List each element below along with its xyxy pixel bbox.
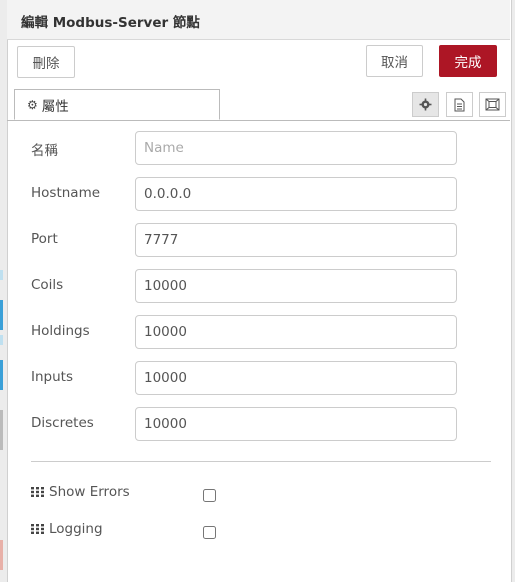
name-label: 名稱 (31, 143, 58, 159)
tab-properties[interactable]: ⚙ 屬性 (14, 89, 220, 120)
logging-text: Logging (49, 521, 103, 537)
hostname-label: Hostname (31, 185, 101, 201)
name-input[interactable] (135, 131, 457, 165)
cancel-button[interactable]: 取消 (366, 45, 423, 77)
discretes-label: Discretes (31, 415, 94, 431)
holdings-input[interactable] (135, 315, 457, 349)
discretes-input[interactable] (135, 407, 457, 441)
appearance-tool-button[interactable] (479, 92, 506, 117)
show-errors-text: Show Errors (49, 484, 130, 500)
holdings-label: Holdings (31, 323, 90, 339)
logging-checkbox[interactable] (203, 526, 216, 539)
done-button[interactable]: 完成 (439, 45, 497, 77)
logging-label: Logging (31, 521, 103, 537)
gear-icon (419, 98, 432, 111)
coils-input[interactable] (135, 269, 457, 303)
show-errors-label: Show Errors (31, 484, 130, 500)
grid-icon (31, 524, 44, 534)
port-label: Port (31, 231, 58, 247)
hostname-input[interactable] (135, 177, 457, 211)
tab-properties-label: 屬性 (41, 98, 69, 115)
tab-bar: ⚙ 屬性 (7, 89, 510, 121)
tray-title: 編輯 Modbus-Server 節點 (21, 15, 200, 31)
delete-button[interactable]: 刪除 (17, 46, 75, 78)
frame-icon (485, 98, 500, 111)
file-icon (454, 98, 465, 111)
workspace-edge-left (0, 0, 7, 582)
grid-icon (31, 487, 44, 497)
description-tool-button[interactable] (446, 92, 473, 117)
section-divider (31, 461, 491, 462)
show-errors-checkbox[interactable] (203, 489, 216, 502)
coils-label: Coils (31, 277, 64, 293)
inputs-label: Inputs (31, 369, 73, 385)
gear-icon: ⚙ (27, 97, 38, 112)
port-input[interactable] (135, 223, 457, 257)
inputs-input[interactable] (135, 361, 457, 395)
properties-tool-button[interactable] (412, 92, 439, 117)
tray-header: 編輯 Modbus-Server 節點 (7, 0, 510, 40)
